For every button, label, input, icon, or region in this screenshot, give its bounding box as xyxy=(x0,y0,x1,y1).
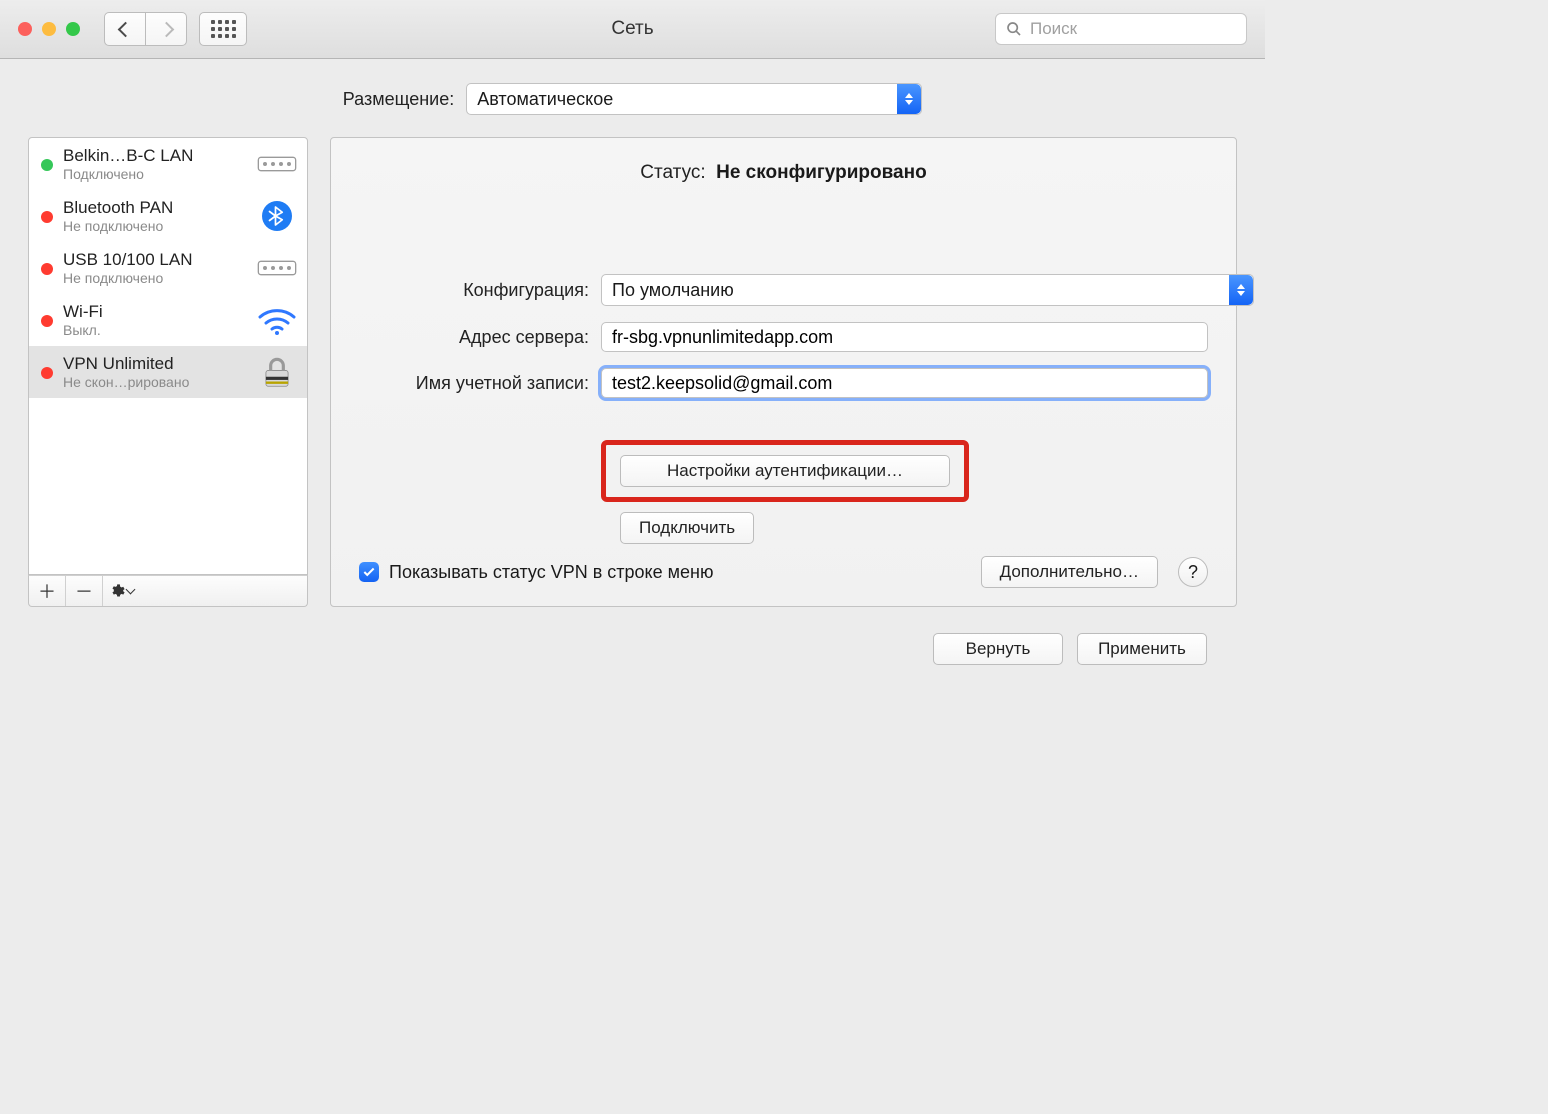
status-dot-icon xyxy=(41,315,53,327)
search-icon xyxy=(1006,21,1022,37)
sidebar-item-subtitle: Не скон…рировано xyxy=(63,374,247,390)
lock-icon xyxy=(258,353,296,391)
minimize-window-button[interactable] xyxy=(42,22,56,36)
sidebar-item-text: Belkin…B-C LANПодключено xyxy=(63,146,247,182)
sidebar-item-icon xyxy=(257,304,297,336)
chevron-down-icon xyxy=(125,584,135,594)
status-dot-icon xyxy=(41,211,53,223)
status-value: Не сконфигурировано xyxy=(716,162,927,183)
forward-button[interactable] xyxy=(146,12,187,46)
sidebar-wrap: Belkin…B-C LANПодключеноBluetooth PANНе … xyxy=(28,137,308,607)
location-row: Размещение: Автоматическое xyxy=(28,83,1237,115)
select-stepper-icon xyxy=(897,84,921,114)
window-controls xyxy=(18,22,80,36)
sidebar-item-text: Wi-FiВыкл. xyxy=(63,302,247,338)
sidebar-item-title: VPN Unlimited xyxy=(63,354,247,374)
sidebar-item-subtitle: Выкл. xyxy=(63,322,247,338)
toolbar: Сеть Поиск xyxy=(0,0,1265,59)
checkmark-icon xyxy=(362,565,376,579)
location-label: Размещение: xyxy=(343,89,454,110)
location-select[interactable]: Автоматическое xyxy=(466,83,922,115)
help-button[interactable]: ? xyxy=(1178,557,1208,587)
sidebar-item-subtitle: Не подключено xyxy=(63,218,247,234)
sidebar-item[interactable]: Belkin…B-C LANПодключено xyxy=(29,138,307,190)
config-select[interactable]: По умолчанию xyxy=(601,274,1254,306)
search-field[interactable]: Поиск xyxy=(995,13,1247,45)
search-placeholder: Поиск xyxy=(1030,19,1077,39)
sidebar-item-title: USB 10/100 LAN xyxy=(63,250,247,270)
show-all-button[interactable] xyxy=(199,12,247,46)
highlight-box: Настройки аутентификации… xyxy=(601,440,969,502)
status-label: Статус: xyxy=(640,162,705,183)
sidebar-item-title: Bluetooth PAN xyxy=(63,198,247,218)
wifi-icon xyxy=(257,305,297,335)
status-dot-icon xyxy=(41,263,53,275)
action-buttons: Настройки аутентификации… Подключить xyxy=(601,440,1208,544)
sidebar-item-title: Wi-Fi xyxy=(63,302,247,322)
sidebar-item-subtitle: Подключено xyxy=(63,166,247,182)
sidebar-item-text: Bluetooth PANНе подключено xyxy=(63,198,247,234)
bottom-buttons: Вернуть Применить xyxy=(28,607,1237,665)
sidebar-item-text: USB 10/100 LANНе подключено xyxy=(63,250,247,286)
show-vpn-status-label: Показывать статус VPN в строке меню xyxy=(389,562,713,583)
interface-actions-button[interactable] xyxy=(103,576,139,606)
chevron-left-icon xyxy=(117,21,133,37)
ethernet-icon xyxy=(257,150,297,178)
back-button[interactable] xyxy=(104,12,146,46)
account-name-input[interactable] xyxy=(601,368,1208,398)
config-value: По умолчанию xyxy=(612,280,734,301)
main-panel: Статус: Не сконфигурировано Конфигурация… xyxy=(330,137,1237,607)
status-dot-icon xyxy=(41,159,53,171)
config-label: Конфигурация: xyxy=(359,280,589,301)
sidebar-item-icon xyxy=(257,252,297,284)
sidebar-item-subtitle: Не подключено xyxy=(63,270,247,286)
nav-buttons xyxy=(104,12,187,46)
bluetooth-icon xyxy=(259,198,295,234)
sidebar-item-icon xyxy=(257,356,297,388)
apply-button[interactable]: Применить xyxy=(1077,633,1207,665)
advanced-button[interactable]: Дополнительно… xyxy=(981,556,1158,588)
ethernet-icon xyxy=(257,254,297,282)
sidebar-item-icon xyxy=(257,200,297,232)
chevron-right-icon xyxy=(158,21,174,37)
show-vpn-status-checkbox[interactable] xyxy=(359,562,379,582)
revert-button[interactable]: Вернуть xyxy=(933,633,1063,665)
select-stepper-icon xyxy=(1229,275,1253,305)
location-value: Автоматическое xyxy=(477,89,613,110)
sidebar-item[interactable]: USB 10/100 LANНе подключено xyxy=(29,242,307,294)
apps-grid-icon xyxy=(211,20,236,38)
sidebar-item[interactable]: VPN UnlimitedНе скон…рировано xyxy=(29,346,307,398)
server-address-label: Адрес сервера: xyxy=(359,327,589,348)
status-dot-icon xyxy=(41,367,53,379)
account-name-label: Имя учетной записи: xyxy=(359,373,589,394)
vpn-form: Конфигурация: По умолчанию Адрес сервера… xyxy=(359,274,1208,398)
sidebar-item[interactable]: Wi-FiВыкл. xyxy=(29,294,307,346)
maximize-window-button[interactable] xyxy=(66,22,80,36)
add-interface-button[interactable]: ＋ xyxy=(29,576,66,606)
sidebar-footer: ＋ － xyxy=(28,575,308,607)
sidebar-item-icon xyxy=(257,148,297,180)
sidebar-item-text: VPN UnlimitedНе скон…рировано xyxy=(63,354,247,390)
remove-interface-button[interactable]: － xyxy=(66,576,103,606)
sidebar-item-title: Belkin…B-C LAN xyxy=(63,146,247,166)
connect-button[interactable]: Подключить xyxy=(620,512,754,544)
interface-list: Belkin…B-C LANПодключеноBluetooth PANНе … xyxy=(28,137,308,575)
close-window-button[interactable] xyxy=(18,22,32,36)
main-footer: Показывать статус VPN в строке меню Допо… xyxy=(359,544,1208,588)
status-row: Статус: Не сконфигурировано xyxy=(359,162,1208,184)
gear-icon xyxy=(109,583,125,599)
auth-settings-button[interactable]: Настройки аутентификации… xyxy=(620,455,950,487)
sidebar-item[interactable]: Bluetooth PANНе подключено xyxy=(29,190,307,242)
server-address-input[interactable] xyxy=(601,322,1208,352)
